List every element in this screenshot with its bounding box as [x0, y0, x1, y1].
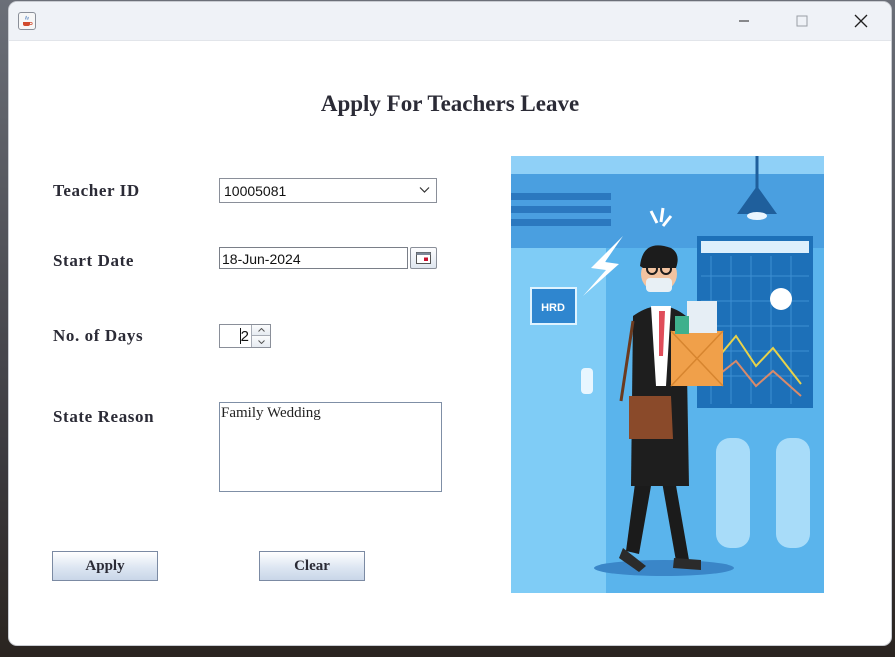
hrd-sign: HRD — [541, 302, 565, 314]
apply-button[interactable]: Apply — [52, 551, 158, 581]
teacher-id-value: 10005081 — [224, 183, 287, 199]
minimize-icon — [739, 20, 749, 22]
spinner-up-button[interactable] — [251, 325, 270, 336]
days-spinner[interactable]: 2 — [219, 324, 271, 348]
calendar-icon — [416, 252, 431, 264]
days-value: 2 — [240, 328, 249, 345]
start-date-label: Start Date — [53, 251, 135, 270]
minimize-button[interactable] — [721, 2, 767, 40]
close-button[interactable] — [838, 2, 884, 40]
maximize-button[interactable] — [779, 2, 825, 40]
leaving-employee-illustration: HRD — [511, 156, 824, 593]
reason-textarea[interactable]: Family Wedding — [219, 402, 442, 492]
page-title: Apply For Teachers Leave — [320, 91, 580, 116]
days-label: No. of Days — [53, 326, 144, 345]
title-bar — [9, 2, 891, 41]
teacher-id-label: Teacher ID — [53, 181, 140, 200]
maximize-icon — [796, 15, 808, 27]
chevron-down-icon — [257, 339, 265, 344]
spinner-down-button[interactable] — [251, 336, 270, 347]
teacher-id-combobox[interactable]: 10005081 — [219, 178, 437, 203]
chevron-up-icon — [257, 328, 265, 332]
clear-button[interactable]: Clear — [259, 551, 365, 581]
reason-label: State Reason — [53, 407, 155, 426]
close-icon — [854, 14, 868, 28]
start-date-value: 18-Jun-2024 — [222, 251, 301, 267]
chevron-down-icon[interactable] — [419, 186, 430, 194]
date-picker-button[interactable] — [410, 247, 437, 269]
app-window: Apply For Teachers Leave Teacher ID 1000… — [9, 2, 891, 645]
start-date-input[interactable]: 18-Jun-2024 — [219, 247, 408, 269]
reason-value: Family Wedding — [221, 405, 321, 421]
java-app-icon — [18, 12, 36, 30]
